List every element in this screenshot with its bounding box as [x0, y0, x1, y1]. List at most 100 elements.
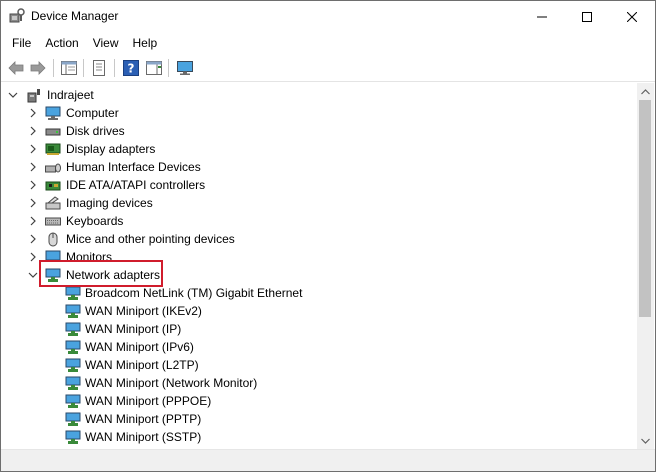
device-tree: Indrajeet Computer Disk drives Display a…: [1, 83, 637, 449]
menu-action[interactable]: Action: [38, 33, 85, 53]
tree-item-label: WAN Miniport (IKEv2): [85, 304, 202, 318]
tree-item-label: WAN Miniport (IPv6): [85, 340, 194, 354]
display-adapter-icon: [45, 141, 61, 157]
title-bar[interactable]: Device Manager: [1, 1, 655, 32]
vertical-scrollbar[interactable]: [637, 83, 654, 449]
tree-item-label: WAN Miniport (PPPOE): [85, 394, 212, 408]
menu-help[interactable]: Help: [126, 33, 165, 53]
minimize-icon: [537, 16, 547, 17]
network-device-item[interactable]: WAN Miniport (SSTP): [1, 428, 637, 446]
tree-category-hid[interactable]: Human Interface Devices: [1, 158, 637, 176]
chevron-right-icon[interactable]: [27, 107, 39, 119]
forward-arrow-icon: [30, 61, 46, 75]
highlight-box: [39, 260, 163, 287]
tree-item-label: Keyboards: [66, 214, 124, 228]
chevron-right-icon[interactable]: [27, 251, 39, 263]
keyboard-icon: [45, 213, 61, 229]
tree-item-label: Disk drives: [66, 124, 125, 138]
chevron-right-icon[interactable]: [27, 197, 39, 209]
toolbar-separator: [83, 59, 84, 77]
menu-bar: File Action View Help: [1, 32, 655, 54]
mouse-icon: [45, 231, 61, 247]
window-title: Device Manager: [31, 9, 119, 23]
tree-item-label: Human Interface Devices: [66, 160, 201, 174]
imaging-device-icon: [45, 195, 61, 211]
tree-item-label: WAN Miniport (L2TP): [85, 358, 199, 372]
tree-item-label: IDE ATA/ATAPI controllers: [66, 178, 206, 192]
forward-button[interactable]: [28, 59, 48, 77]
device-manager-window: Device Manager File Action View Help ? I…: [0, 0, 656, 472]
back-button[interactable]: [6, 59, 26, 77]
tree-item-label: Computer: [66, 106, 119, 120]
network-device-item[interactable]: WAN Miniport (PPTP): [1, 410, 637, 428]
console-tree-icon: [61, 61, 77, 75]
toolbar-separator: [53, 59, 54, 77]
action-pane-button[interactable]: [144, 59, 164, 77]
close-icon: [627, 11, 637, 22]
minimize-button[interactable]: [519, 1, 565, 32]
computer-icon: [45, 105, 61, 121]
chevron-right-icon[interactable]: [27, 161, 39, 173]
maximize-button[interactable]: [564, 1, 610, 32]
network-adapter-icon: [65, 321, 81, 337]
tree-item-label: Broadcom NetLink (TM) Gigabit Ethernet: [85, 286, 303, 300]
show-hide-console-tree-button[interactable]: [59, 59, 79, 77]
maximize-icon: [582, 11, 592, 22]
network-adapter-icon: [65, 285, 81, 301]
chevron-down-icon[interactable]: [7, 89, 19, 101]
chevron-down-icon[interactable]: [27, 269, 39, 281]
hid-icon: [45, 159, 61, 175]
chevron-right-icon[interactable]: [27, 143, 39, 155]
ide-controller-icon: [45, 177, 61, 193]
computer-root-icon: [26, 87, 42, 103]
tree-item-label: WAN Miniport (IP): [85, 322, 182, 336]
network-adapter-icon: [65, 393, 81, 409]
toolbar-separator: [168, 59, 169, 77]
chevron-right-icon[interactable]: [27, 233, 39, 245]
toolbar: ?: [1, 54, 655, 82]
properties-icon: [93, 60, 105, 76]
network-device-item[interactable]: WAN Miniport (Network Monitor): [1, 374, 637, 392]
tree-item-label: Display adapters: [66, 142, 156, 156]
close-button[interactable]: [609, 1, 655, 32]
menu-file[interactable]: File: [5, 33, 38, 53]
chevron-right-icon[interactable]: [27, 215, 39, 227]
network-device-item[interactable]: WAN Miniport (IKEv2): [1, 302, 637, 320]
scroll-thumb[interactable]: [639, 100, 651, 317]
scan-hardware-changes-button[interactable]: [175, 59, 195, 77]
network-device-item[interactable]: WAN Miniport (PPPOE): [1, 392, 637, 410]
action-pane-icon: [146, 61, 162, 75]
status-bar: [1, 449, 655, 471]
tree-item-label: WAN Miniport (Network Monitor): [85, 376, 258, 390]
tree-item-label: WAN Miniport (PPTP): [85, 412, 202, 426]
help-button[interactable]: ?: [121, 59, 141, 77]
tree-category-ide-controllers[interactable]: IDE ATA/ATAPI controllers: [1, 176, 637, 194]
network-device-item[interactable]: WAN Miniport (IPv6): [1, 338, 637, 356]
toolbar-separator: [114, 59, 115, 77]
network-device-item[interactable]: WAN Miniport (IP): [1, 320, 637, 338]
tree-item-label: Mice and other pointing devices: [66, 232, 235, 246]
network-adapter-icon: [65, 429, 81, 445]
scroll-down-button[interactable]: [637, 432, 654, 449]
device-manager-icon: [9, 8, 25, 24]
tree-item-label: WAN Miniport (SSTP): [85, 430, 202, 444]
network-adapter-icon: [65, 375, 81, 391]
tree-category-computer[interactable]: Computer: [1, 104, 637, 122]
chevron-right-icon[interactable]: [27, 125, 39, 137]
tree-category-imaging-devices[interactable]: Imaging devices: [1, 194, 637, 212]
tree-category-display-adapters[interactable]: Display adapters: [1, 140, 637, 158]
tree-category-mice[interactable]: Mice and other pointing devices: [1, 230, 637, 248]
tree-root[interactable]: Indrajeet: [1, 86, 637, 104]
network-device-item[interactable]: WAN Miniport (L2TP): [1, 356, 637, 374]
chevron-up-icon: [641, 88, 650, 94]
properties-button[interactable]: [89, 59, 109, 77]
svg-text:?: ?: [128, 62, 135, 76]
tree-category-disk-drives[interactable]: Disk drives: [1, 122, 637, 140]
menu-view[interactable]: View: [86, 33, 126, 53]
chevron-right-icon[interactable]: [27, 179, 39, 191]
tree-category-keyboards[interactable]: Keyboards: [1, 212, 637, 230]
network-adapter-icon: [65, 339, 81, 355]
back-arrow-icon: [8, 61, 24, 75]
scroll-up-button[interactable]: [637, 83, 654, 100]
network-adapter-icon: [65, 357, 81, 373]
